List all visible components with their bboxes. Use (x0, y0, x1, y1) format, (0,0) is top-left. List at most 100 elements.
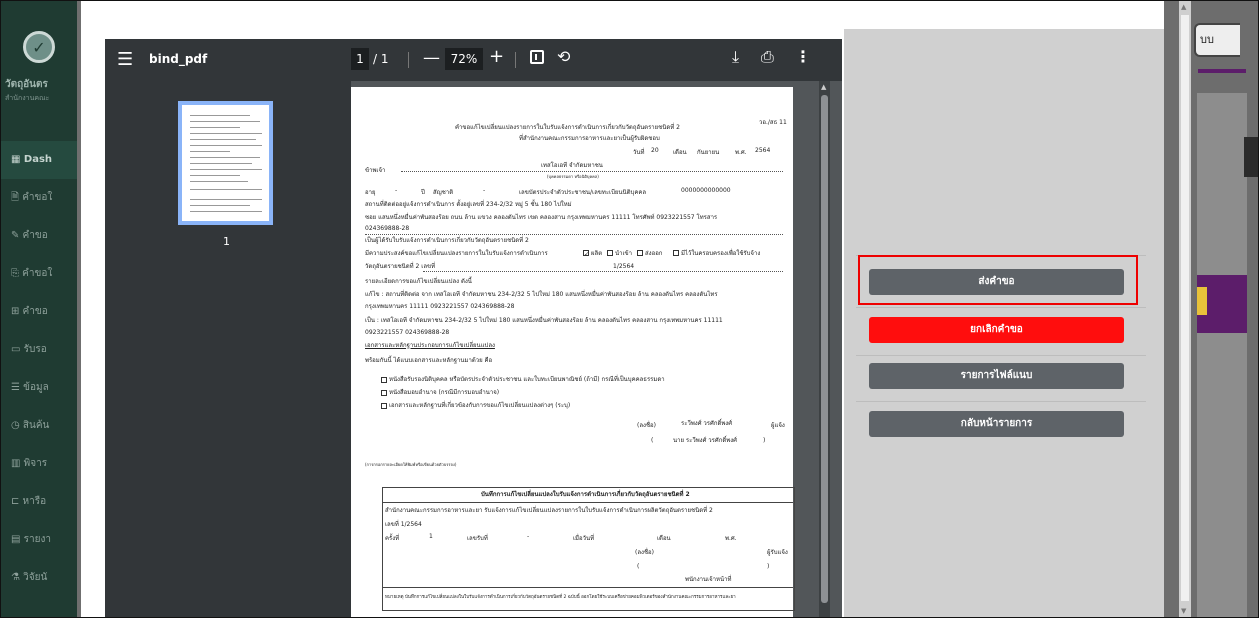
thumbnail-sidebar: 1 (105, 81, 351, 617)
sidebar-item-request-copy[interactable]: ⎘ คำขอใ (1, 255, 77, 293)
sidebar-item-dashboard[interactable]: ▦ Dash (1, 141, 77, 179)
checkbox-doc-1[interactable] (381, 377, 387, 383)
checkbox-possess[interactable] (673, 250, 679, 256)
sidebar-item-products[interactable]: ◷ สินค้น (1, 407, 77, 445)
page-number-input[interactable]: 1 (351, 48, 369, 70)
app-brand: วัตถุอันตร (5, 79, 48, 90)
record-box (382, 487, 795, 611)
scroll-down-icon[interactable]: ▼ (1181, 607, 1186, 615)
sidebar-item-research[interactable]: ⚗ วิจัยนั (1, 559, 77, 597)
form-code: วอ./สธ 11 (759, 119, 787, 126)
zoom-out-icon[interactable]: — (423, 48, 440, 68)
rotate-icon[interactable]: ⟲ (557, 47, 570, 66)
sidebar-item-request-edit[interactable]: ✎ คำขอ (1, 217, 77, 255)
nationality-label: สัญชาติ (433, 189, 454, 196)
details-label: รายละเอียดการขอแก้ไขเปลี่ยนแปลง ดังนี้ (365, 278, 472, 285)
zoom-in-icon[interactable]: + (489, 46, 504, 67)
date-day: 20 (651, 147, 659, 154)
option-export: ส่งออก (645, 250, 663, 257)
record-line-1: สำนักงานคณะกรรมการอาหารและยา รับแจ้งการแ… (385, 507, 713, 514)
date-month: กันยายน (697, 149, 720, 156)
background-dark-block (1244, 137, 1258, 177)
record-no-value: - (527, 533, 530, 540)
year-label: ปี (421, 189, 425, 196)
address-line-1: สถานที่ติดต่ออยู่แจ้งการดำเนินการ ตั้งอย… (365, 201, 572, 208)
sidebar-item-reports[interactable]: ▤ รายงา (1, 521, 77, 559)
page-total: / 1 (373, 52, 389, 66)
doc-item-3: เอกสารและหลักฐานที่เกี่ยวข้องกับการขอแก้… (389, 402, 571, 409)
address-line-2: ซอย แสนหนึ่งหมื่นค่าพันสองร้อย ถนน ล้าน … (365, 214, 718, 221)
app-logo-icon: ✓ (23, 31, 55, 63)
age-value: - (395, 187, 398, 194)
record-title: บันทึกการแก้ไขเปลี่ยนแปลงใบรับแจ้งการดำเ… (481, 491, 690, 498)
date-day-label: วันที่ (633, 149, 645, 156)
modal-scroll-thumb[interactable] (1181, 15, 1189, 601)
edit-line-3: เป็น : เทสโอเอที จำกัดมหาชน 234-2/32 5 ไ… (365, 317, 723, 324)
record-date-label: เมื่อวันที่ (573, 535, 595, 542)
checkbox-produce[interactable]: ✓ (583, 250, 589, 258)
type-number: 1/2564 (613, 263, 635, 270)
doc-item-1: หนังสือรับรองนิติบุคคล หรือบัตรประจำตัวป… (389, 376, 665, 383)
submit-request-button[interactable]: ส่งคำขอ (869, 269, 1124, 295)
divider (856, 401, 1146, 402)
sidebar-item-data[interactable]: ☰ ข้อมูล (1, 369, 77, 407)
print-icon[interactable]: ⎙ (761, 47, 774, 67)
sidebar-item-request-other[interactable]: ⊞ คำขอ (1, 293, 77, 331)
checkbox-doc-3[interactable] (381, 403, 387, 409)
age-label: อายุ (365, 189, 376, 196)
record-number: เลขที่ 1/2564 (385, 521, 422, 528)
background-top-button: บบ (1194, 23, 1240, 57)
record-role: ผู้รับแจ้ง (767, 549, 788, 556)
scroll-up-icon[interactable]: ▲ (1181, 3, 1186, 11)
nationality-value: - (483, 187, 486, 194)
purpose-line: มีความประสงค์ขอแก้ไขเปลี่ยนแปลงรายการในใ… (365, 250, 548, 257)
request-modal: ☰ bind_pdf 1 / 1 — 72% + ⟲ ⤓ ⎙ ⋮ 1 ▲ วอ.… (81, 1, 1164, 617)
divider (856, 307, 1146, 308)
id-label: เลขบัตรประจำตัวประชาชน/เลขทะเบียนนิติบุค… (519, 189, 647, 196)
menu-icon[interactable]: ☰ (117, 49, 133, 70)
doc-title-line-1: คำขอแก้ไขเปลี่ยนแปลงรายการในใบรับแจ้งการ… (455, 124, 680, 131)
background-card (1197, 275, 1247, 333)
record-sign-label: (ลงชื่อ) (635, 549, 654, 556)
scroll-up-icon[interactable]: ▲ (821, 83, 826, 91)
record-officer: พนักงานเจ้าหน้าที่ (685, 576, 732, 583)
record-paren-open: ( (637, 563, 640, 570)
toolbar-divider (515, 52, 516, 68)
address-line-3: 024369888-28 (365, 225, 410, 232)
more-vertical-icon[interactable]: ⋮ (795, 47, 811, 66)
record-paren-close: ) (767, 563, 770, 570)
pdf-page: วอ./สธ 11 คำขอแก้ไขเปลี่ยนแปลงรายการในใบ… (351, 87, 795, 617)
sidebar-item-consult[interactable]: ⊏ หารือ (1, 483, 77, 521)
edit-line-4: 0923221557 024369888-28 (365, 329, 450, 336)
attachments-button[interactable]: รายการไฟล์แนบ (869, 363, 1124, 389)
checkbox-doc-2[interactable] (381, 390, 387, 396)
pdf-title: bind_pdf (149, 52, 208, 66)
download-icon[interactable]: ⤓ (732, 47, 739, 67)
sidebar-item-review[interactable]: ▥ พิจาร (1, 445, 77, 483)
toolbar-divider (408, 52, 409, 68)
edit-line-1: แก้ไข : สถานที่ติดต่อ จาก เทสโอเอที จำกั… (365, 291, 718, 298)
date-year: 2564 (755, 147, 771, 154)
sign-label: (ลงชื่อ) (637, 422, 656, 429)
modal-scrollbar[interactable]: ▲ ▼ (1179, 1, 1191, 617)
sign-name-paren: นาย ระวีพงศ์ วรศักดิ์พงศ์ (673, 437, 737, 444)
page-thumbnail[interactable] (178, 101, 273, 225)
pdf-scrollbar[interactable]: ▲ (819, 81, 830, 617)
sidebar-item-request-new[interactable]: 🗎 คำขอใ (1, 179, 77, 217)
option-import: นำเข้า (615, 250, 632, 257)
sidebar-item-certify[interactable]: ▭ รับรอ (1, 331, 77, 369)
checkbox-export[interactable] (637, 250, 643, 256)
cancel-request-button[interactable]: ยกเลิกคำขอ (869, 317, 1124, 343)
pdf-scroll-thumb[interactable] (821, 95, 828, 603)
applicant-hint: (บุคคลธรรมดา หรือนิติบุคคล) (547, 174, 599, 179)
screen: ✓ วัตถุอันตร สำนักงานคณะ ▦ Dash 🗎 คำขอใ … (0, 0, 1259, 618)
attached-label: พร้อมกันนี้ ได้แนบเอกสารและหลักฐานมาด้วย… (365, 357, 493, 364)
record-remark: หมายเหตุ บันทึกการแก้ไขเปลี่ยนแปลงในใบรั… (385, 595, 736, 600)
checkbox-import[interactable] (607, 250, 613, 256)
back-to-list-button[interactable]: กลับหน้ารายการ (869, 411, 1124, 437)
option-possess: มีไว้ในครอบครองเพื่อใช้รับจ้าง (681, 250, 761, 257)
option-produce: ผลิต (591, 250, 603, 257)
fit-page-icon[interactable] (530, 50, 544, 64)
holder-line: เป็นผู้ได้รับใบรับแจ้งการดำเนินการเกี่ยว… (365, 237, 529, 244)
zoom-input[interactable]: 72% (445, 48, 483, 70)
